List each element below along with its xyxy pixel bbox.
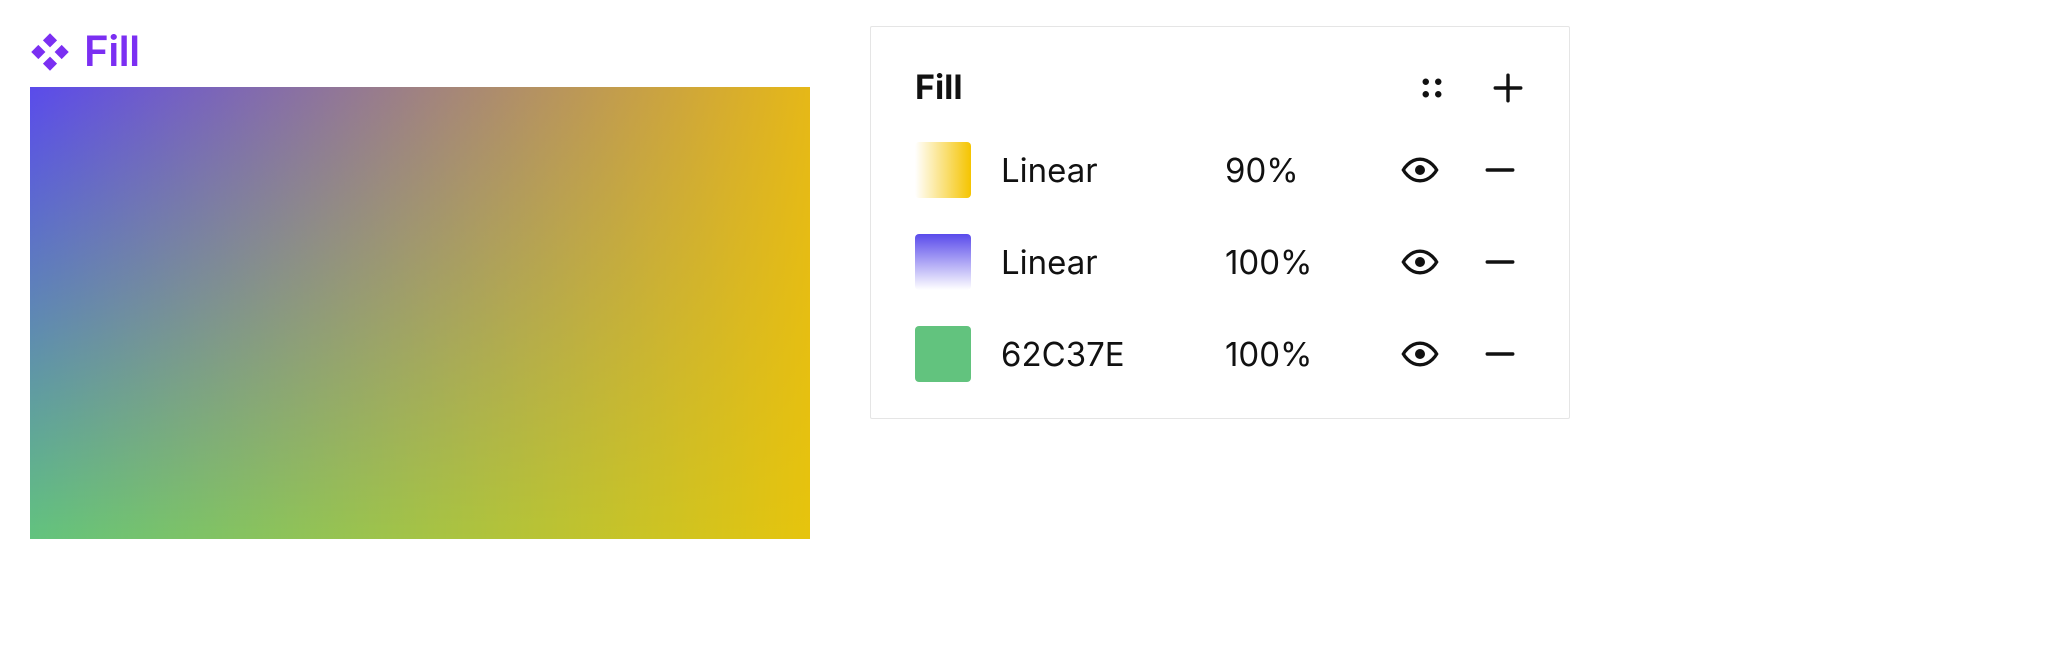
fill-swatch[interactable]: [915, 326, 971, 382]
remove-fill-icon[interactable]: [1475, 153, 1525, 187]
fill-opacity[interactable]: 100%: [1225, 334, 1365, 374]
visibility-icon[interactable]: [1395, 150, 1445, 190]
fill-row: Linear 90%: [915, 142, 1525, 198]
fill-panel-title: Fill: [915, 67, 963, 108]
fill-opacity[interactable]: 100%: [1225, 242, 1365, 282]
preview-canvas[interactable]: [30, 87, 810, 539]
fill-name[interactable]: Linear: [1001, 150, 1195, 190]
styles-icon[interactable]: [1417, 73, 1447, 103]
add-fill-icon[interactable]: [1491, 71, 1525, 105]
fill-panel-header: Fill: [915, 67, 1525, 108]
fill-swatch[interactable]: [915, 234, 971, 290]
fill-row: Linear 100%: [915, 234, 1525, 290]
remove-fill-icon[interactable]: [1475, 337, 1525, 371]
fill-opacity[interactable]: 90%: [1225, 150, 1365, 190]
fill-name[interactable]: Linear: [1001, 242, 1195, 282]
fill-panel: Fill L: [870, 26, 1570, 419]
preview-layer: [30, 87, 810, 539]
visibility-icon[interactable]: [1395, 242, 1445, 282]
fill-row: 62C37E 100%: [915, 326, 1525, 382]
remove-fill-icon[interactable]: [1475, 245, 1525, 279]
fill-name[interactable]: 62C37E: [1001, 334, 1195, 374]
visibility-icon[interactable]: [1395, 334, 1445, 374]
component-header: Fill: [30, 26, 810, 77]
component-icon: [30, 32, 70, 72]
component-label: Fill: [84, 26, 140, 77]
fill-rows: Linear 90% Linear 100% 62C37E 100%: [915, 142, 1525, 382]
fill-swatch[interactable]: [915, 142, 971, 198]
